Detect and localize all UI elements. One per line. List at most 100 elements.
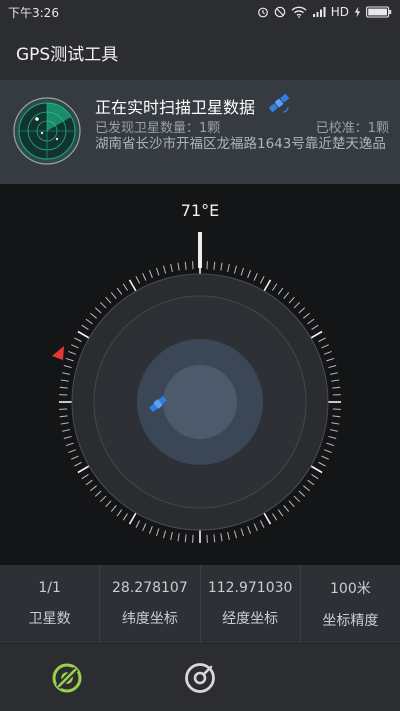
compass-tick	[99, 301, 107, 309]
compass-tick	[309, 330, 323, 340]
gps-icon	[52, 663, 82, 693]
stat-longitude: 112.971030 经度坐标	[201, 565, 301, 643]
compass-tick	[85, 479, 93, 486]
status-bar: 下午3:26 HD	[0, 0, 400, 24]
compass-tick	[128, 279, 138, 293]
compass-tick	[272, 283, 278, 291]
compass-tick	[272, 513, 278, 521]
compass-tick	[170, 263, 173, 273]
compass-tick	[74, 461, 82, 467]
compass-tick	[253, 272, 258, 281]
compass-tick	[321, 455, 330, 460]
compass-tick	[59, 415, 68, 418]
compass-tick	[85, 318, 93, 325]
scan-status-card: 正在实时扫描卫星数据 已发现卫星数量：1颗 已校准：1颗 湖南省长沙市开福区龙福…	[0, 80, 400, 184]
stat-value: 112.971030	[207, 580, 293, 596]
compass-tick	[155, 267, 160, 276]
compass-tick	[122, 513, 128, 521]
compass-tick	[213, 261, 216, 270]
compass-tick	[307, 479, 315, 486]
compass-tick	[309, 464, 323, 474]
nav-compass-button[interactable]	[183, 661, 217, 695]
compass-tick	[240, 528, 245, 537]
compass-tick	[329, 429, 339, 432]
compass-tick	[288, 500, 295, 508]
compass-tick	[135, 520, 141, 528]
compass-tick	[328, 365, 337, 369]
battery-icon	[366, 6, 392, 18]
compass-tick	[184, 534, 187, 543]
compass-tick	[227, 531, 230, 541]
compass-tick	[332, 386, 341, 389]
compass-tick	[155, 528, 160, 537]
compass-tick	[307, 318, 315, 325]
scan-title: 正在实时扫描卫星数据	[95, 98, 256, 117]
stat-label: 卫星数	[28, 611, 71, 627]
signal-icon	[312, 7, 326, 17]
compass-tick	[110, 292, 117, 299]
compass-tick	[240, 267, 245, 276]
compass-tick	[116, 287, 123, 295]
compass-tick	[61, 372, 71, 375]
stat-satellites: 1/1 卫星数	[0, 565, 101, 643]
calibrated-text: 已校准：1颗	[315, 121, 389, 136]
compass-tick	[74, 337, 82, 343]
compass-tick	[331, 422, 340, 425]
compass-tick	[259, 520, 265, 528]
compass-tick	[311, 474, 319, 480]
compass-tick	[220, 262, 223, 271]
compass-tick	[170, 531, 173, 541]
compass-tick	[177, 262, 180, 271]
compass-tick	[122, 283, 128, 291]
compass-tick	[149, 270, 153, 279]
compass-tick	[99, 495, 107, 503]
compass-tick	[61, 429, 71, 432]
compass-tick	[65, 357, 74, 362]
compass-tick	[247, 270, 251, 279]
compass-dial	[52, 232, 341, 543]
compass-tick	[220, 533, 223, 542]
radar-icon	[13, 97, 81, 165]
compass-tick	[177, 533, 180, 542]
compass-tick	[81, 474, 89, 480]
charging-icon	[354, 6, 361, 18]
compass-tick	[318, 461, 326, 467]
compass-tick	[105, 500, 112, 508]
compass-tick	[233, 530, 237, 539]
compass-tick	[94, 307, 102, 314]
compass-tick	[253, 523, 258, 532]
compass-tick	[326, 442, 335, 447]
compass-tick	[283, 292, 290, 299]
compass-tick	[321, 344, 330, 349]
nav-gps-button[interactable]	[50, 661, 84, 695]
compass-tick	[329, 372, 339, 375]
compass-icon	[185, 663, 215, 693]
stat-label: 纬度坐标	[121, 611, 178, 627]
compass-tick	[110, 505, 117, 512]
compass-tick	[293, 495, 301, 503]
compass-tick	[128, 511, 138, 525]
location-address: 湖南省长沙市开福区龙福路1643号靠近楚天逸品	[95, 136, 386, 152]
heading-indicator	[198, 232, 202, 268]
compass-tick	[293, 301, 301, 309]
bottom-nav	[0, 643, 400, 711]
compass-tick	[311, 324, 319, 330]
compass-tick	[318, 337, 326, 343]
compass-tick	[184, 261, 187, 270]
compass-tick	[328, 435, 337, 439]
compass-tick	[323, 351, 332, 355]
compass-tick	[227, 263, 230, 273]
status-time: 下午3:26	[8, 5, 59, 20]
compass-tick	[163, 530, 167, 539]
stat-value: 1/1	[38, 580, 61, 596]
stat-label: 坐标精度	[322, 613, 379, 629]
page-title: GPS测试工具	[16, 44, 119, 65]
compass-tick	[90, 485, 97, 492]
compass-tick	[94, 490, 102, 497]
compass-tick	[283, 505, 290, 512]
alarm-icon	[257, 7, 268, 18]
compass-tick	[63, 435, 72, 439]
north-marker-icon	[52, 346, 64, 360]
compass-tick	[277, 287, 284, 295]
wifi-icon	[291, 6, 307, 18]
